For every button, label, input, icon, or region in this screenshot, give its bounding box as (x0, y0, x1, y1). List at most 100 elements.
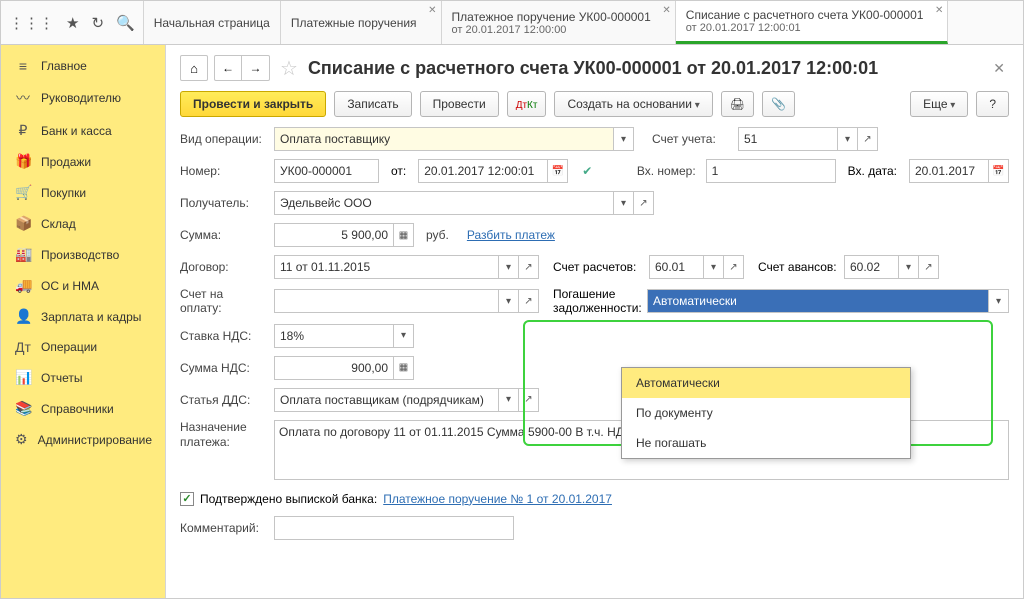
chevron-down-icon[interactable]: ▾ (989, 289, 1009, 313)
forward-button[interactable]: → (242, 55, 270, 81)
calculator-icon[interactable]: ▦ (394, 356, 414, 380)
apps-icon[interactable]: ⋮⋮⋮ (9, 14, 54, 32)
post-close-button[interactable]: Провести и закрыть (180, 91, 326, 117)
dk-button[interactable]: ДтКт (507, 91, 547, 117)
favorite-icon[interactable]: ☆ (280, 56, 298, 81)
open-icon[interactable]: ↗ (519, 255, 539, 279)
dds-input[interactable] (274, 388, 499, 412)
confirmed-link[interactable]: Платежное поручение № 1 от 20.01.2017 (383, 492, 612, 506)
tab-payment-orders[interactable]: Платежные поручения✕ (281, 1, 442, 44)
history-icon[interactable]: ↻ (91, 14, 104, 32)
save-button[interactable]: Записать (334, 91, 411, 117)
tab-payment-order[interactable]: Платежное поручение УК00-000001от 20.01.… (442, 1, 676, 44)
sidebar-item-manager[interactable]: 〰Руководителю (1, 81, 165, 115)
payee-input[interactable] (274, 191, 614, 215)
open-icon[interactable]: ↗ (634, 191, 654, 215)
sidebar-item-bank[interactable]: ₽Банк и касса (1, 115, 165, 146)
home-button[interactable]: ⌂ (180, 55, 208, 81)
sum-input[interactable] (274, 223, 394, 247)
optype-input[interactable] (274, 127, 614, 151)
confirmed-checkbox[interactable]: ✓ (180, 492, 194, 506)
dd-option-bydoc[interactable]: По документу (622, 398, 910, 428)
incoming-no-label: Вх. номер: (637, 164, 696, 178)
sidebar-item-assets[interactable]: 🚚ОС и НМА (1, 270, 165, 301)
close-icon[interactable]: ✕ (935, 5, 943, 16)
help-button[interactable]: ? (976, 91, 1009, 117)
vat-sum-label: Сумма НДС: (180, 361, 268, 375)
tab-home[interactable]: Начальная страница (144, 1, 281, 44)
account-input[interactable] (738, 127, 838, 151)
number-input[interactable] (274, 159, 379, 183)
purpose-label: Назначение платежа: (180, 420, 268, 451)
sidebar-item-catalogs[interactable]: 📚Справочники (1, 393, 165, 424)
debt-input[interactable] (647, 289, 989, 313)
calendar-icon[interactable]: 📅 (989, 159, 1009, 183)
settle-acc-input[interactable] (649, 255, 704, 279)
chevron-down-icon[interactable]: ▾ (499, 289, 519, 313)
post-button[interactable]: Провести (420, 91, 499, 117)
chevron-down-icon[interactable]: ▾ (499, 255, 519, 279)
contract-input[interactable] (274, 255, 499, 279)
tabs: Начальная страница Платежные поручения✕ … (144, 1, 1023, 44)
box-icon: 📦 (15, 215, 31, 232)
sidebar: ≡Главное 〰Руководителю ₽Банк и касса 🎁Пр… (1, 45, 166, 598)
tab-bank-writeoff[interactable]: Списание с расчетного счета УК00-000001о… (676, 1, 949, 44)
sidebar-item-reports[interactable]: 📊Отчеты (1, 362, 165, 393)
split-payment-link[interactable]: Разбить платеж (467, 228, 555, 242)
more-button[interactable]: Еще (910, 91, 968, 117)
open-icon[interactable]: ↗ (919, 255, 939, 279)
calendar-icon[interactable]: 📅 (548, 159, 568, 183)
star-icon[interactable]: ★ (66, 14, 79, 32)
comment-input[interactable] (274, 516, 514, 540)
sidebar-item-salary[interactable]: 👤Зарплата и кадры (1, 301, 165, 332)
open-icon[interactable]: ↗ (519, 388, 539, 412)
chevron-down-icon[interactable]: ▾ (499, 388, 519, 412)
person-icon: 👤 (15, 308, 31, 325)
gear-icon: ⚙ (15, 431, 28, 448)
advance-acc-label: Счет авансов: (758, 260, 838, 274)
sidebar-item-purchases[interactable]: 🛒Покупки (1, 177, 165, 208)
open-icon[interactable]: ↗ (858, 127, 878, 151)
sidebar-item-admin[interactable]: ⚙Администрирование (1, 424, 165, 455)
sidebar-item-sales[interactable]: 🎁Продажи (1, 146, 165, 177)
currency-label: руб. (426, 228, 449, 242)
chevron-down-icon[interactable]: ▾ (394, 324, 414, 348)
open-icon[interactable]: ↗ (519, 289, 539, 313)
dd-option-auto[interactable]: Автоматически (622, 368, 910, 398)
open-icon[interactable]: ↗ (724, 255, 744, 279)
close-page-button[interactable]: ✕ (989, 60, 1009, 77)
search-icon[interactable]: 🔍 (116, 14, 135, 32)
chevron-down-icon[interactable]: ▾ (614, 191, 634, 215)
calculator-icon[interactable]: ▦ (394, 223, 414, 247)
close-icon[interactable]: ✕ (662, 5, 670, 16)
vat-sum-input[interactable] (274, 356, 394, 380)
close-icon[interactable]: ✕ (428, 5, 436, 16)
invoice-input[interactable] (274, 289, 499, 313)
print-button[interactable]: 🖨 (721, 91, 754, 117)
incoming-date-input[interactable] (909, 159, 989, 183)
create-based-button[interactable]: Создать на основании (554, 91, 712, 117)
chevron-down-icon[interactable]: ▾ (899, 255, 919, 279)
attach-button[interactable]: 📎 (762, 91, 795, 117)
gift-icon: 🎁 (15, 153, 31, 170)
number-label: Номер: (180, 164, 268, 178)
date-input[interactable] (418, 159, 548, 183)
sidebar-item-warehouse[interactable]: 📦Склад (1, 208, 165, 239)
advance-acc-input[interactable] (844, 255, 899, 279)
incoming-no-input[interactable] (706, 159, 836, 183)
payee-label: Получатель: (180, 196, 268, 210)
vat-rate-input[interactable] (274, 324, 394, 348)
sidebar-item-production[interactable]: 🏭Производство (1, 239, 165, 270)
dd-option-none[interactable]: Не погашать (622, 428, 910, 458)
chevron-down-icon[interactable]: ▾ (838, 127, 858, 151)
chevron-down-icon[interactable]: ▾ (614, 127, 634, 151)
sidebar-item-operations[interactable]: ДтОперации (1, 332, 165, 362)
chevron-down-icon[interactable]: ▾ (704, 255, 724, 279)
chart-icon: 〰 (15, 88, 31, 108)
topbar-icons: ⋮⋮⋮ ★ ↻ 🔍 (1, 1, 144, 44)
sidebar-item-main[interactable]: ≡Главное (1, 51, 165, 81)
back-button[interactable]: ← (214, 55, 242, 81)
menu-icon: ≡ (15, 58, 31, 74)
vat-rate-label: Ставка НДС: (180, 329, 268, 343)
incoming-date-label: Вх. дата: (848, 164, 897, 178)
